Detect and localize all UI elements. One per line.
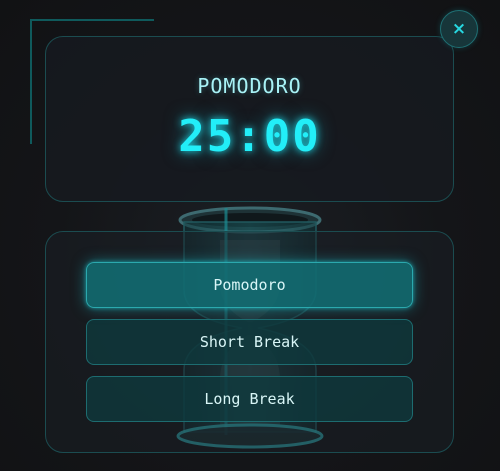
close-button[interactable]: × [440, 10, 478, 48]
timer-card: POMODORO 25:00 [45, 36, 454, 202]
mode-selector-card: Pomodoro Short Break Long Break [45, 231, 454, 453]
mode-title: POMODORO [197, 74, 302, 98]
short-break-mode-button[interactable]: Short Break [86, 319, 413, 365]
frame-corner-top [30, 19, 154, 21]
frame-corner-left [30, 19, 32, 144]
long-break-mode-button[interactable]: Long Break [86, 376, 413, 422]
close-icon: × [451, 18, 467, 39]
timer-display: 25:00 [178, 111, 321, 162]
pomodoro-mode-button[interactable]: Pomodoro [86, 262, 413, 308]
